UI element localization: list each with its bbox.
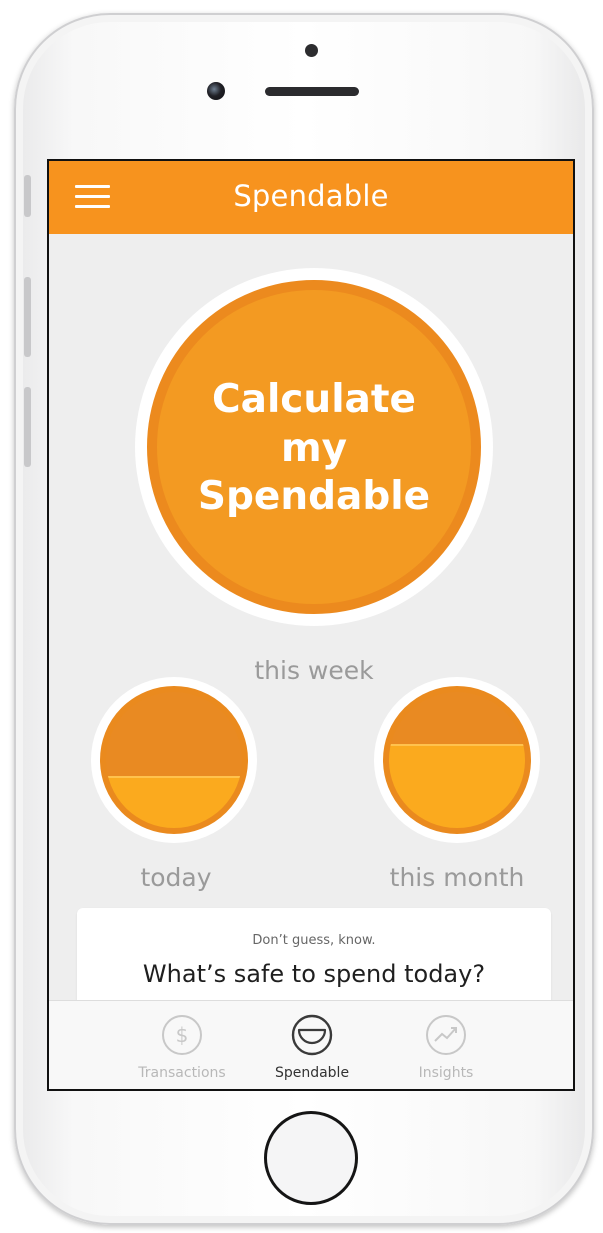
this-week-label: this week [254, 656, 374, 685]
today-gauge-fill [106, 776, 242, 828]
month-gauge-fill [389, 743, 525, 828]
tab-spendable[interactable]: Spendable [247, 1001, 377, 1089]
phone-screen: Spendable Calculate my Spendable this we… [47, 159, 575, 1091]
front-camera [207, 82, 225, 100]
trend-chart-icon [426, 1015, 466, 1055]
today-gauge[interactable] [100, 686, 248, 834]
volume-down-button [24, 387, 31, 467]
month-circle-ring [374, 677, 540, 843]
app-view: Spendable Calculate my Spendable this we… [49, 161, 573, 1089]
main-circle-ring: Calculate my Spendable [135, 268, 493, 626]
promo-headline: What’s safe to spend today? [142, 960, 486, 988]
tab-insights[interactable]: Insights [381, 1001, 511, 1089]
tab-spendable-label: Spendable [274, 1065, 350, 1081]
home-button[interactable] [264, 1111, 358, 1205]
promo-subtitle: Don’t guess, know. [252, 933, 376, 948]
mute-switch [24, 175, 31, 217]
app-title: Spendable [233, 179, 389, 213]
proximity-sensor [305, 44, 318, 57]
tab-insights-label: Insights [418, 1065, 474, 1081]
calculate-spendable-label: Calculate my Spendable [197, 376, 431, 520]
today-circle-ring [91, 677, 257, 843]
dollar-circle-icon: $ [162, 1015, 202, 1055]
tab-transactions[interactable]: $ Transactions [117, 1001, 247, 1089]
svg-text:$: $ [176, 1023, 189, 1047]
app-header: Spendable [49, 161, 573, 234]
bottom-tab-bar: $ Transactions Spendable Insights [49, 1000, 573, 1089]
calculate-spendable-button[interactable]: Calculate my Spendable [147, 280, 481, 614]
today-label: today [140, 863, 212, 892]
tab-transactions-label: Transactions [138, 1065, 226, 1081]
volume-up-button [24, 277, 31, 357]
spendable-gauge-icon [291, 1014, 333, 1056]
earpiece-speaker [265, 87, 359, 96]
month-gauge[interactable] [383, 686, 531, 834]
this-month-label: this month [389, 863, 525, 892]
